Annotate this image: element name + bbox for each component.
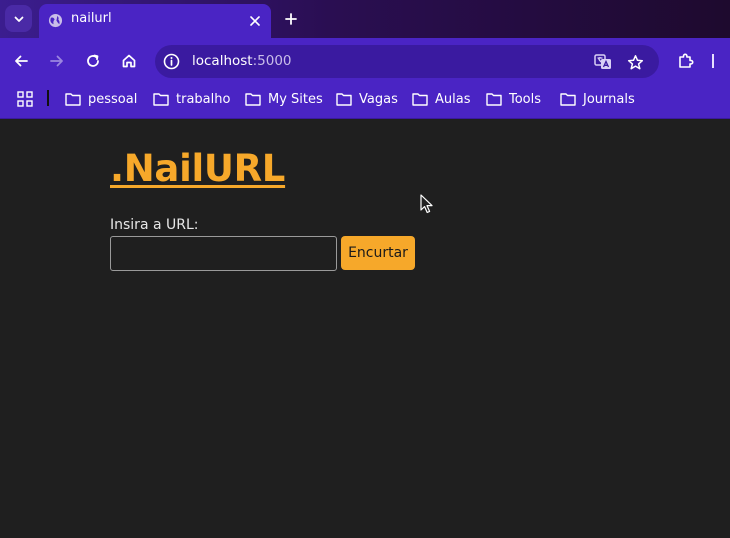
mouse-pointer-icon	[420, 194, 433, 214]
bookmark-star-button[interactable]	[625, 52, 645, 72]
chevron-down-icon	[14, 16, 23, 22]
toolbar-divider	[712, 54, 714, 68]
bookmark-folder-trabalho[interactable]: trabalho	[153, 88, 230, 110]
folder-icon	[486, 93, 502, 106]
folder-icon	[245, 93, 261, 106]
reload-icon	[87, 54, 99, 67]
url-input[interactable]	[110, 236, 337, 271]
url-field-label: Insira a URL:	[110, 217, 199, 233]
site-logo-link[interactable]: .NailURL	[110, 147, 285, 190]
bookmark-label: Tools	[509, 91, 542, 107]
bookmarks-bar: pessoal trabalho My Sites Vagas Aulas To…	[0, 84, 730, 119]
extensions-button[interactable]	[675, 50, 697, 72]
page-content: .NailURL Insira a URL: Encurtar	[0, 120, 730, 538]
bookmark-label: Journals	[583, 91, 635, 107]
folder-icon	[336, 93, 352, 106]
arrow-left-icon	[15, 55, 28, 67]
bookmark-label: pessoal	[88, 91, 138, 107]
home-button[interactable]	[117, 49, 141, 73]
bookmarks-divider	[47, 90, 49, 106]
bookmark-label: My Sites	[268, 91, 323, 107]
folder-icon	[412, 93, 428, 106]
bookmark-folder-aulas[interactable]: Aulas	[412, 88, 470, 110]
bookmark-folder-my-sites[interactable]: My Sites	[245, 88, 323, 110]
plus-icon	[285, 13, 297, 25]
address-bar[interactable]: localhost:5000	[155, 45, 659, 78]
star-icon	[627, 54, 643, 69]
active-tab[interactable]: nailurl	[39, 4, 271, 38]
bookmark-label: trabalho	[176, 91, 231, 107]
forward-button[interactable]	[45, 49, 69, 73]
site-info-icon[interactable]	[163, 53, 180, 70]
apps-grid-icon[interactable]	[17, 91, 33, 107]
new-tab-button[interactable]	[280, 8, 302, 30]
arrow-right-icon	[50, 55, 63, 67]
folder-icon	[65, 93, 81, 106]
browser-toolbar: localhost:5000	[0, 38, 730, 84]
url-port: :5000	[252, 53, 292, 69]
close-icon	[250, 16, 260, 26]
bookmark-folder-pessoal[interactable]: pessoal	[65, 88, 137, 110]
bookmark-folder-vagas[interactable]: Vagas	[336, 88, 398, 110]
tab-search-button[interactable]	[5, 5, 32, 32]
folder-icon	[153, 93, 169, 106]
shorten-button[interactable]: Encurtar	[341, 236, 415, 270]
bookmark-folder-tools[interactable]: Tools	[486, 88, 541, 110]
close-tab-button[interactable]	[245, 11, 265, 31]
home-icon	[122, 54, 136, 68]
puzzle-icon	[679, 53, 694, 68]
reload-button[interactable]	[81, 49, 105, 73]
translate-button[interactable]	[593, 52, 613, 72]
folder-icon	[560, 93, 576, 106]
translate-icon	[594, 54, 611, 69]
back-button[interactable]	[9, 49, 33, 73]
url-text[interactable]: localhost:5000	[192, 53, 292, 69]
url-host: localhost	[192, 53, 253, 69]
bookmark-label: Aulas	[435, 91, 471, 107]
bookmark-folder-journals[interactable]: Journals	[560, 88, 635, 110]
tab-strip: nailurl	[0, 0, 730, 38]
globe-icon	[48, 13, 63, 28]
tab-title: nailurl	[71, 11, 112, 26]
bookmark-label: Vagas	[359, 91, 398, 107]
